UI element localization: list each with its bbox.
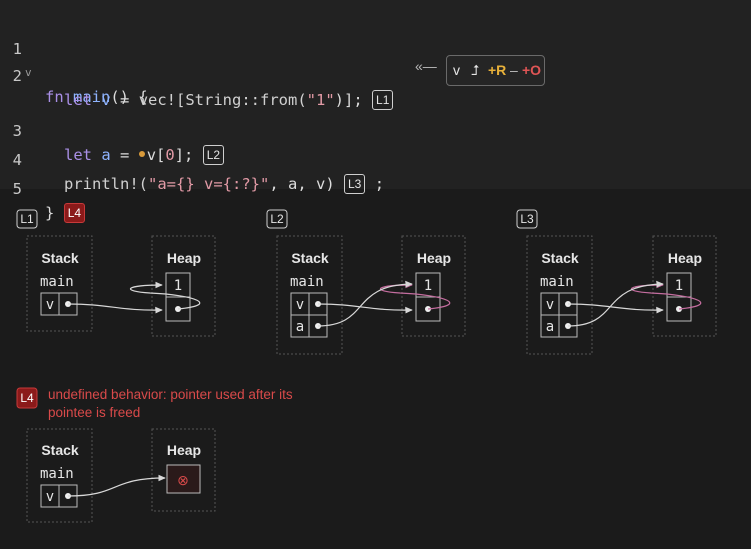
var-v: v xyxy=(546,297,554,313)
heap-label: Heap xyxy=(417,250,451,266)
stack-label: Stack xyxy=(291,250,329,266)
diagram-badge-l1: L1 xyxy=(20,212,34,226)
var-v: v xyxy=(46,489,54,505)
diagram-badge-l3: L3 xyxy=(520,212,534,226)
perm-plus-o: +O xyxy=(522,62,542,78)
diagram-badge-l2: L2 xyxy=(270,212,284,226)
stack-label: Stack xyxy=(541,250,579,266)
error-message: undefined behavior: pointer used after i… xyxy=(48,387,293,420)
keyword-let: let xyxy=(64,146,92,164)
code-line-4: 4 println!("a={} v={:?}", a, v) L3 ; xyxy=(0,124,384,194)
number-literal: 0 xyxy=(165,146,175,164)
heap-label: Heap xyxy=(167,250,201,266)
line-number: 2 xyxy=(12,67,22,85)
var-v: v xyxy=(296,297,304,313)
code-text: ]; xyxy=(174,146,194,164)
step-badge-l1[interactable]: L1 xyxy=(372,90,394,110)
code-editor: 1 v fn main() { 2 let v = vec![String::f… xyxy=(0,0,751,223)
variable-a: a xyxy=(101,146,111,164)
move-up-icon: ⮥ xyxy=(471,62,480,78)
code-line-3: 3 let a = v[0]; L2 xyxy=(0,95,225,165)
heap-value: 1 xyxy=(424,278,432,294)
string-literal: "1" xyxy=(306,91,335,109)
diagram-l3: L3 Stack main v a Heap 1 xyxy=(516,209,717,355)
code-line-1: 1 v fn main() { xyxy=(0,13,148,106)
perm-dash: – xyxy=(510,62,518,78)
perm-plus-r: +R xyxy=(488,62,507,78)
heap-label: Heap xyxy=(167,442,201,458)
var-a: a xyxy=(546,319,554,335)
var-a: a xyxy=(296,319,304,335)
frame-main: main xyxy=(290,274,324,290)
var-v: v xyxy=(46,297,54,313)
permission-arrow: «— xyxy=(415,58,437,74)
permissions-box[interactable]: v ⮥ +R – +O xyxy=(446,55,545,86)
diagram-l2: L2 Stack main v a Heap 1 xyxy=(266,209,466,355)
heap-value: 1 xyxy=(675,278,683,294)
code-text: v[ xyxy=(146,146,166,164)
code-text: = xyxy=(110,146,139,164)
macro-call: vec![String::from( xyxy=(138,91,307,109)
code-line-2: 2 let v = vec![String::from("1")]; L1 xyxy=(0,40,394,110)
borrow-point-icon xyxy=(138,151,145,157)
frame-main: main xyxy=(540,274,574,290)
diagram-l1: L1 Stack main v Heap 1 xyxy=(16,209,216,337)
code-text: )]; xyxy=(334,91,363,109)
step-badge-l2[interactable]: L2 xyxy=(202,145,225,165)
stack-label: Stack xyxy=(41,250,79,266)
heap-value: 1 xyxy=(174,278,182,294)
diagram-badge-l4: L4 xyxy=(20,391,34,405)
stack-label: Stack xyxy=(41,442,79,458)
code-line-5: 5 } L4 xyxy=(0,153,86,223)
frame-main: main xyxy=(40,466,74,482)
frame-main: main xyxy=(40,274,74,290)
keyword-fn: fn xyxy=(45,88,64,106)
memory-diagrams: L1 Stack main v Heap 1 L2 Stack main v a… xyxy=(16,209,717,523)
code-text: = xyxy=(110,91,139,109)
freed-memory-icon: ⊗ xyxy=(177,472,189,488)
variable-v: v xyxy=(101,91,111,109)
perm-var: v xyxy=(453,62,460,78)
keyword-let: let xyxy=(64,91,92,109)
heap-label: Heap xyxy=(668,250,702,266)
